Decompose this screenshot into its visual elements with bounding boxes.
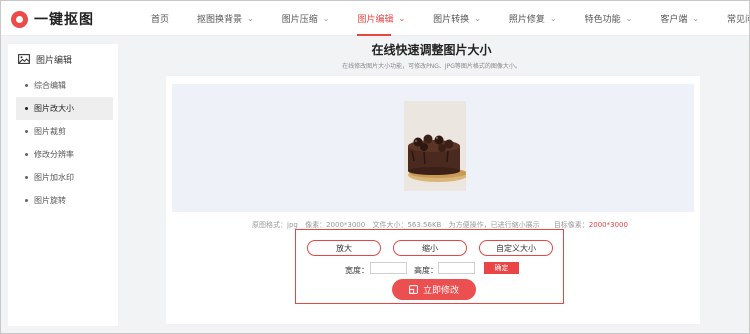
- pixels-value: 2000*3000: [326, 221, 366, 229]
- sidebar-title-label: 图片编辑: [36, 55, 73, 66]
- apply-changes-button[interactable]: 立即修改: [392, 279, 476, 300]
- logo[interactable]: 一键抠图: [11, 9, 94, 29]
- file-size-label: 文件大小：: [372, 221, 408, 229]
- chevron-down-icon: ⌄: [692, 14, 700, 23]
- resize-icon: [409, 285, 418, 294]
- custom-size-button[interactable]: 自定义大小: [479, 240, 553, 256]
- target-pixels-label: 目标像素：: [553, 221, 589, 229]
- nav-item-image-convert[interactable]: 图片转换 ⌄: [433, 1, 481, 36]
- shrink-button[interactable]: 缩小: [393, 240, 467, 256]
- nav-item-home[interactable]: 首页: [151, 1, 169, 36]
- nav-item-label: 图片压缩: [281, 15, 318, 25]
- apply-button-label: 立即修改: [422, 286, 459, 296]
- format-value: jpg: [287, 221, 298, 229]
- display-note: 为方便操作，已进行缩小展示: [448, 221, 540, 229]
- sidebar-item-watermark[interactable]: 图片加水印: [16, 166, 113, 189]
- width-input[interactable]: [370, 262, 407, 274]
- nav-item-special-features[interactable]: 特色功能 ⌄: [585, 1, 633, 36]
- width-label: 宽度：: [345, 266, 369, 275]
- sidebar-item-resolution[interactable]: 修改分辨率: [16, 143, 113, 166]
- chevron-down-icon: ⌄: [247, 14, 254, 23]
- nav-item-cutout-background[interactable]: 抠图换背景 ⌄: [197, 1, 254, 36]
- main-content: 在线快速调整图片大小 在线修改图片大小功能，可修改PNG、JPG等图片格式的图像…: [122, 36, 741, 326]
- format-label: 原图格式：: [252, 221, 287, 229]
- confirm-button[interactable]: 确定: [484, 262, 519, 274]
- image-preview-area: [172, 84, 694, 212]
- pixels-label: 像素：: [305, 221, 327, 229]
- nav-item-client[interactable]: 客户端 ⌄: [660, 1, 699, 36]
- nav-item-label: 常见问题: [727, 15, 750, 25]
- enlarge-button[interactable]: 放大: [307, 240, 381, 256]
- sidebar-item-label: 图片裁剪: [34, 127, 66, 136]
- editor-card: 原图格式：jpg 像素：2000*3000 文件大小：563.56KB 为方便操…: [166, 76, 700, 324]
- height-input[interactable]: [438, 262, 475, 274]
- sidebar-item-label: 图片改大小: [34, 104, 74, 113]
- height-label: 高度：: [414, 266, 438, 275]
- resize-controls-box: 放大 缩小 自定义大小 宽度： 高度： 确定 立即修改: [295, 229, 564, 304]
- nav-item-image-edit[interactable]: 图片编辑 ⌄: [357, 1, 405, 36]
- file-size-info: 文件大小：563.56KB: [372, 221, 441, 229]
- main-nav: 首页 抠图换背景 ⌄ 图片压缩 ⌄ 图片编辑 ⌄ 图片转换 ⌄ 照片修复 ⌄ 特色功能 ⌄ …: [151, 1, 750, 36]
- sidebar-item-general-edit[interactable]: 综合编辑: [16, 74, 113, 97]
- chevron-down-icon: ⌄: [625, 14, 633, 23]
- sidebar-item-label: 图片加水印: [34, 173, 74, 182]
- nav-item-faq[interactable]: 常见问题: [727, 1, 750, 36]
- pixel-info: 像素：2000*3000: [305, 221, 365, 229]
- chevron-down-icon: ⌄: [398, 14, 406, 23]
- sidebar-item-label: 修改分辨率: [34, 150, 74, 159]
- sidebar-item-resize[interactable]: 图片改大小: [16, 97, 113, 120]
- file-size-value: 563.56KB: [407, 221, 442, 229]
- sidebar-title: 图片编辑: [8, 44, 118, 74]
- top-navigation-bar: 一键抠图 首页 抠图换背景 ⌄ 图片压缩 ⌄ 图片编辑 ⌄ 图片转换 ⌄ 照片修复 ⌄ 特…: [1, 1, 750, 36]
- sidebar-item-crop[interactable]: 图片裁剪: [16, 120, 113, 143]
- nav-item-label: 客户端: [660, 15, 688, 25]
- target-pixels-value: 2000*3000: [588, 221, 628, 229]
- logo-text: 一键抠图: [34, 12, 94, 28]
- page-subtitle: 在线修改图片大小功能，可修改PNG、JPG等图片格式的图像大小。: [342, 63, 521, 70]
- nav-item-label: 图片转换: [433, 15, 470, 25]
- nav-item-label: 抠图换背景: [197, 15, 243, 25]
- sidebar-item-label: 综合编辑: [34, 81, 66, 90]
- chevron-down-icon: ⌄: [549, 14, 557, 23]
- logo-icon: [11, 10, 28, 28]
- cake-photo: [404, 101, 466, 191]
- sidebar-item-rotate[interactable]: 图片旋转: [16, 189, 113, 212]
- chevron-down-icon: ⌄: [322, 14, 330, 23]
- nav-item-image-compress[interactable]: 图片压缩 ⌄: [282, 1, 330, 36]
- nav-item-label: 首页: [151, 15, 170, 25]
- image-thumbnail: [404, 101, 466, 191]
- sidebar: 图片编辑 综合编辑 图片改大小 图片裁剪 修改分辨率 图片加水印 图片旋转: [8, 44, 118, 326]
- target-pixel-info: 目标像素：2000*3000: [554, 221, 628, 229]
- nav-item-label: 特色功能: [584, 15, 621, 25]
- nav-item-label: 照片修复: [508, 15, 545, 25]
- nav-item-label: 图片编辑: [357, 15, 394, 25]
- page-title: 在线快速调整图片大小: [371, 43, 492, 57]
- nav-item-photo-repair[interactable]: 照片修复 ⌄: [509, 1, 557, 36]
- image-edit-icon: [18, 54, 30, 64]
- sidebar-item-label: 图片旋转: [34, 196, 66, 205]
- format-info: 原图格式：jpg: [252, 221, 298, 229]
- chevron-down-icon: ⌄: [474, 14, 481, 23]
